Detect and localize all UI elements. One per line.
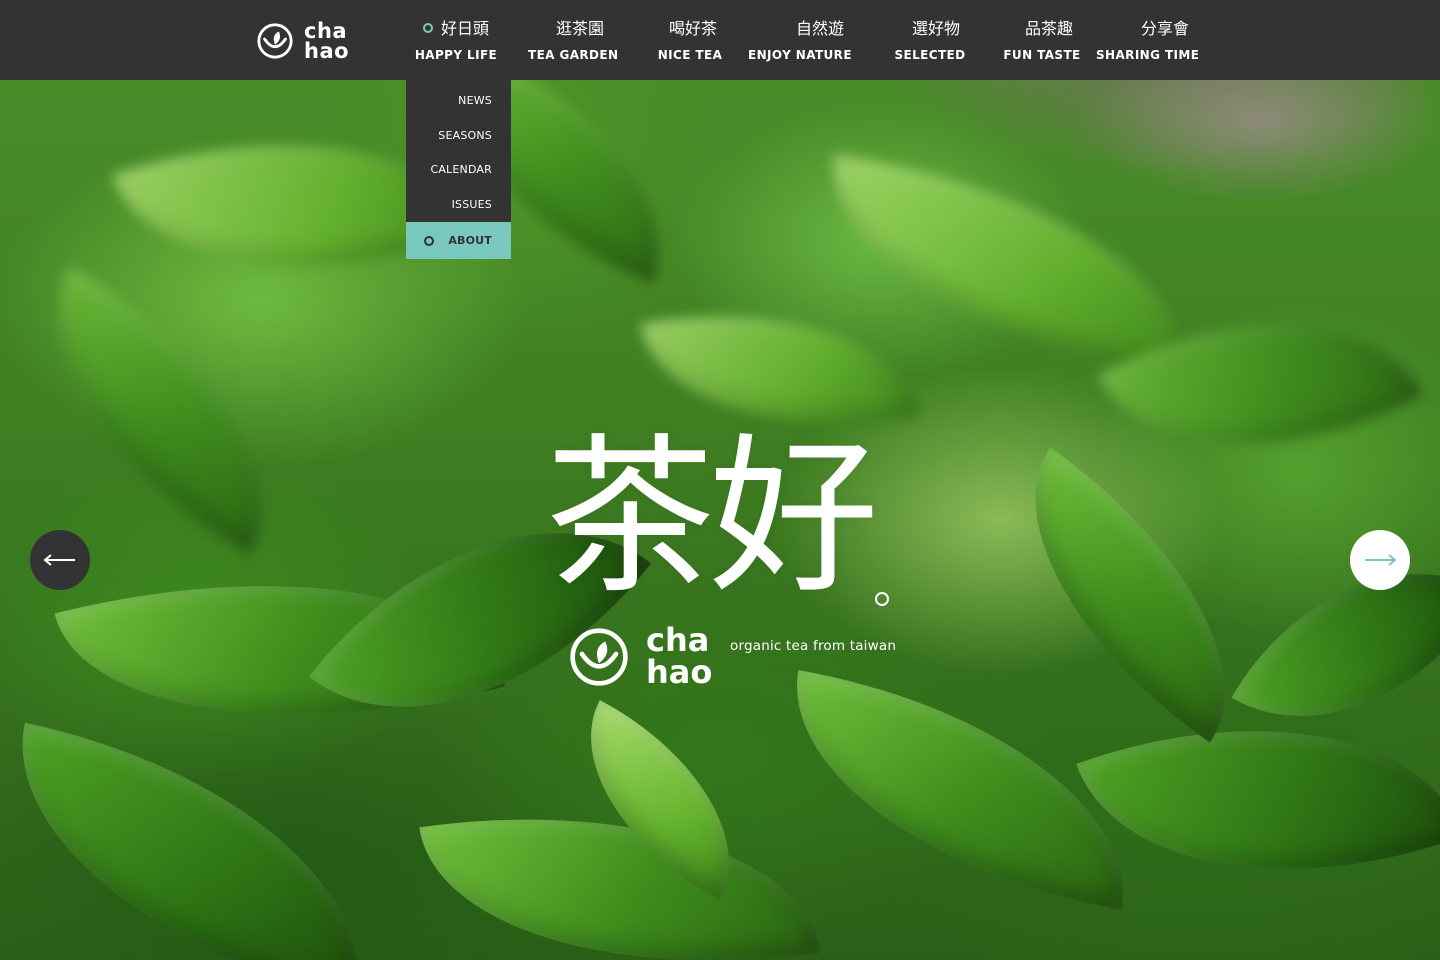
- happy-life-dropdown-menu: NEWS SEASONS CALENDAR ISSUES ABOUT: [406, 80, 511, 259]
- slider-next-button[interactable]: [1350, 530, 1410, 590]
- nav-item-en-label: SELECTED: [894, 48, 966, 62]
- nav-item-tea-garden[interactable]: 逛茶園 TEA GARDEN: [528, 0, 619, 80]
- teacup-leaf-logo-icon: [257, 23, 293, 59]
- hero-brand-line-1: cha: [646, 621, 710, 659]
- ring-icon: [422, 23, 433, 33]
- brand-wordmark: cha hao: [304, 19, 350, 63]
- dropdown-item-seasons[interactable]: SEASONS: [406, 119, 511, 154]
- nav-item-zh-label: 喝好茶: [668, 19, 717, 38]
- nav-item-zh-label-wrap: 好日頭: [412, 19, 500, 39]
- nav-item-zh-label: 品茶趣: [1024, 19, 1073, 38]
- arrow-left-icon: [43, 554, 75, 566]
- nav-item-fun-taste[interactable]: 品茶趣 FUN TASTE: [1000, 0, 1084, 80]
- nav-item-nice-tea[interactable]: 喝好茶 NICE TEA: [650, 0, 730, 80]
- hero-tagline: organic tea from taiwan: [730, 638, 897, 654]
- hero-brand-line-2: hao: [646, 653, 713, 691]
- dropdown-item-calendar[interactable]: CALENDAR: [406, 153, 511, 188]
- hero-brand-lockup: cha hao organic tea from taiwan: [568, 624, 908, 690]
- nav-item-zh-label: 好日頭: [440, 19, 489, 38]
- nav-item-enjoy-nature[interactable]: 自然遊 ENJOY NATURE: [748, 0, 852, 80]
- title-period-icon: [875, 592, 889, 606]
- nav-item-en-label: NICE TEA: [657, 48, 723, 62]
- nav-item-zh-label: 選好物: [911, 19, 960, 38]
- nav-item-sharing-time[interactable]: 分享會 SHARING TIME: [1096, 0, 1200, 80]
- arrow-right-icon: [1365, 554, 1397, 566]
- brand-logo[interactable]: cha hao: [256, 18, 356, 64]
- hero-title-block: 茶好: [545, 428, 905, 618]
- nav-item-en-label: HAPPY LIFE: [414, 48, 498, 62]
- dropdown-item-news[interactable]: NEWS: [406, 84, 511, 119]
- nav-item-happy-life[interactable]: 好日頭 HAPPY LIFE: [412, 0, 500, 80]
- top-navigation-bar: cha hao 好日頭 HAPPY LIFE 逛茶園 TEA GARDEN 喝好…: [0, 0, 1440, 80]
- nav-item-en-label: ENJOY NATURE: [748, 48, 852, 62]
- nav-item-zh-label: 自然遊: [795, 19, 844, 38]
- ring-icon: [424, 236, 434, 246]
- dropdown-item-about[interactable]: ABOUT: [406, 222, 511, 259]
- hero-brand-wordmark: cha hao: [646, 624, 712, 688]
- nav-item-zh-label: 逛茶園: [555, 19, 604, 38]
- dropdown-item-issues[interactable]: ISSUES: [406, 188, 511, 223]
- dropdown-item-about-label: ABOUT: [448, 234, 492, 247]
- nav-item-en-label: SHARING TIME: [1096, 48, 1200, 62]
- nav-item-selected[interactable]: 選好物 SELECTED: [890, 0, 970, 80]
- nav-item-zh-label: 分享會: [1140, 19, 1189, 38]
- nav-item-en-label: FUN TASTE: [1003, 48, 1081, 62]
- slider-prev-button[interactable]: [30, 530, 90, 590]
- brand-line-1: cha: [304, 19, 348, 43]
- hero-title: 茶好: [545, 419, 879, 617]
- teacup-leaf-logo-icon: [570, 628, 628, 686]
- nav-item-en-label: TEA GARDEN: [528, 48, 619, 62]
- page: cha hao 好日頭 HAPPY LIFE 逛茶園 TEA GARDEN 喝好…: [0, 0, 1440, 960]
- brand-line-2: hao: [304, 39, 350, 63]
